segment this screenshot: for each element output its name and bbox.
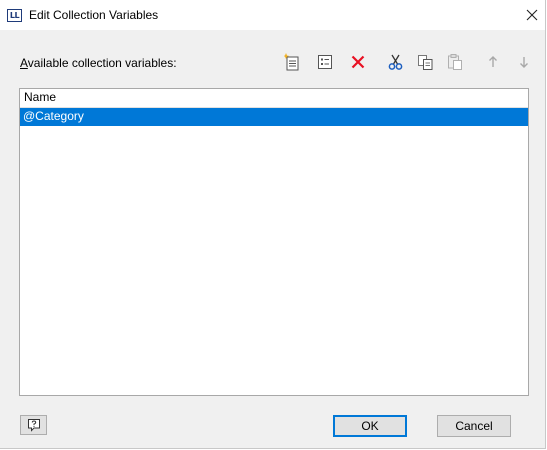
dialog-window: LL Edit Collection Variables Available c… [0, 0, 546, 449]
paste-icon [448, 54, 462, 70]
delete-icon [351, 55, 365, 69]
cut-button[interactable] [384, 51, 406, 73]
copy-icon [417, 54, 432, 70]
label-text: vailable collection variables: [27, 56, 177, 70]
collection-variables-list[interactable]: Name @Category [19, 88, 529, 396]
move-up-icon [489, 56, 497, 67]
title-bar: LL Edit Collection Variables [0, 0, 545, 30]
app-icon: LL [7, 9, 22, 22]
properties-button[interactable] [314, 51, 336, 73]
cut-icon [388, 54, 402, 70]
new-variable-button[interactable] [281, 51, 303, 73]
paste-button[interactable] [444, 51, 466, 73]
window-title: Edit Collection Variables [29, 8, 159, 22]
list-item[interactable]: @Category [20, 108, 528, 126]
close-icon [526, 9, 538, 21]
close-button[interactable] [519, 0, 545, 30]
label-accelerator: A [20, 56, 28, 70]
move-down-icon [520, 57, 528, 68]
column-header-name[interactable]: Name [20, 89, 528, 108]
delete-button[interactable] [347, 51, 369, 73]
move-up-button[interactable] [482, 51, 504, 73]
copy-button[interactable] [414, 51, 436, 73]
available-variables-label: Available collection variables: [20, 56, 177, 70]
cancel-button[interactable]: Cancel [437, 415, 511, 437]
help-button[interactable] [20, 415, 47, 435]
properties-icon [318, 55, 332, 69]
new-item-icon [284, 53, 299, 71]
move-down-button[interactable] [513, 51, 535, 73]
ok-button[interactable]: OK [333, 415, 407, 437]
help-icon [27, 419, 40, 432]
